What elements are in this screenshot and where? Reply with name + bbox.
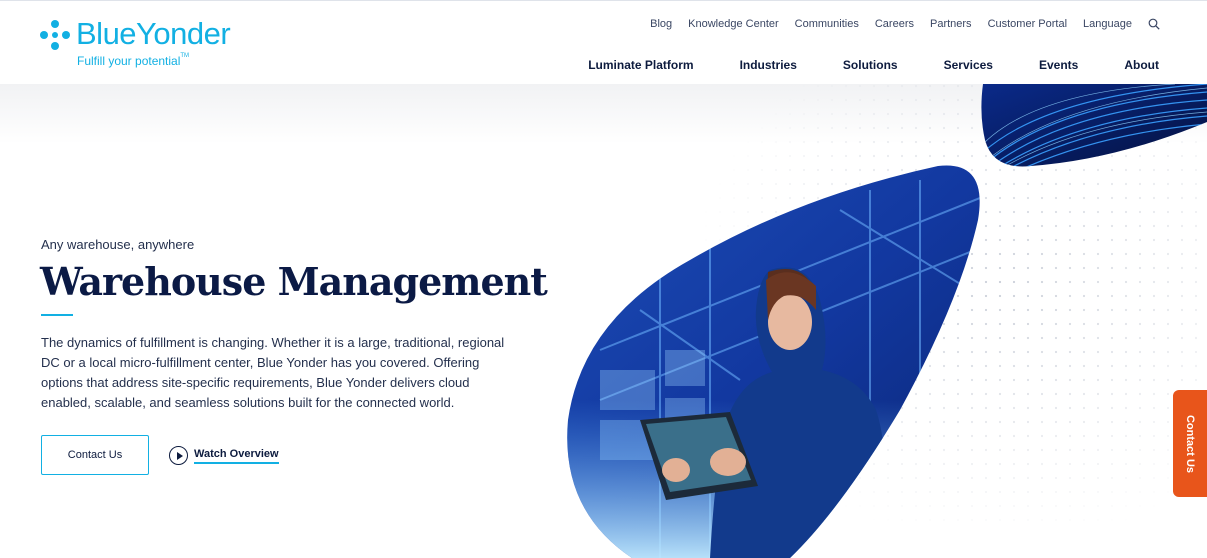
nav-solutions[interactable]: Solutions [843,58,898,72]
play-icon [169,446,188,465]
utility-nav: Blog Knowledge Center Communities Career… [634,16,1160,32]
hero-description: The dynamics of fulfillment is changing.… [41,335,505,410]
contact-us-button[interactable]: Contact Us [41,435,149,475]
site-header: BlueYonder Fulfill your potentialTM Blog… [0,0,1207,84]
util-link-customer-portal[interactable]: Customer Portal [988,18,1067,30]
title-underline [41,314,73,316]
util-link-language[interactable]: Language [1083,18,1132,30]
hero-warehouse-photo [567,165,980,558]
util-link-communities[interactable]: Communities [795,18,859,30]
util-link-careers[interactable]: Careers [875,18,914,30]
page-title: Warehouse Management [40,259,548,304]
nav-luminate-platform[interactable]: Luminate Platform [588,58,693,72]
nav-about[interactable]: About [1124,58,1159,72]
nav-events[interactable]: Events [1039,58,1078,72]
hero-eyebrow: Any warehouse, anywhere [41,237,195,252]
logo-wordmark: BlueYonder [76,16,231,51]
main-nav: Luminate Platform Industries Solutions S… [542,57,1159,73]
side-tab-label: Contact Us [1184,414,1196,473]
watch-overview-link[interactable]: Watch Overview [169,446,279,465]
nav-industries[interactable]: Industries [740,58,797,72]
util-link-partners[interactable]: Partners [930,18,972,30]
util-link-knowledge-center[interactable]: Knowledge Center [688,18,779,30]
util-link-blog[interactable]: Blog [650,18,672,30]
logo-mark-icon [40,20,70,50]
contact-us-side-tab[interactable]: Contact Us [1173,390,1207,497]
trademark-mark: TM [180,53,190,59]
logo-tagline: Fulfill your potentialTM [77,53,190,68]
search-icon[interactable] [1148,18,1160,30]
nav-services[interactable]: Services [944,58,993,72]
blue-yonder-logo[interactable]: BlueYonder Fulfill your potentialTM [40,15,250,71]
watch-overview-label: Watch Overview [194,448,279,464]
